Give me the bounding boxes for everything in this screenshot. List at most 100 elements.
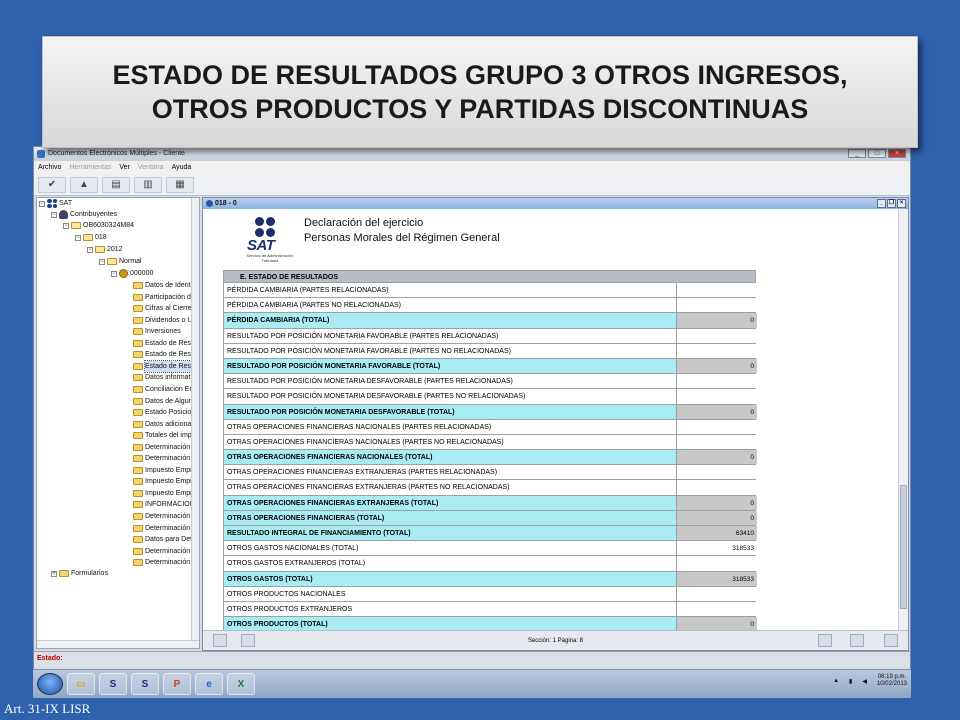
close-icon[interactable]: × <box>897 199 906 208</box>
ie-icon[interactable]: e <box>195 673 223 695</box>
collapse-icon[interactable]: − <box>51 211 57 218</box>
form-input-field[interactable] <box>676 389 757 404</box>
tray-arrow-icon[interactable]: ▲ <box>833 678 839 684</box>
form-row-label: OTROS GASTOS EXTRANJEROS (TOTAL) <box>224 556 676 571</box>
form-input-field[interactable] <box>676 556 757 571</box>
tree-leaf-item[interactable]: Determinación c <box>133 511 196 522</box>
close-icon[interactable]: × <box>888 149 906 158</box>
check-icon[interactable]: ✔ <box>38 177 66 193</box>
tree-node-doc[interactable]: − 000000 <box>111 268 153 279</box>
form-input-field[interactable] <box>676 465 757 480</box>
print-icon[interactable]: ▦ <box>166 177 194 193</box>
tree-node-formularios[interactable]: + Formularios <box>51 568 108 579</box>
folder-icon <box>133 513 143 520</box>
document-titlebar[interactable]: 018 - 0 _ ❐ × <box>203 198 908 209</box>
form-input-field[interactable] <box>676 480 757 495</box>
scrollbar-thumb[interactable] <box>900 485 907 609</box>
start-button[interactable] <box>37 673 63 695</box>
form-input-field[interactable] <box>676 586 757 601</box>
tree-leaf-item[interactable]: Cifras al Cierre <box>133 303 192 314</box>
form-input-field[interactable] <box>676 343 757 358</box>
form-input-field[interactable] <box>676 434 757 450</box>
expand-icon[interactable]: + <box>51 570 57 577</box>
tree-leaf-item[interactable]: Determinación c <box>133 546 196 557</box>
tree-leaf-item[interactable]: INFORMACION <box>133 499 195 510</box>
first-page-icon[interactable] <box>213 634 227 647</box>
lock-icon[interactable]: ▲ <box>70 177 98 193</box>
form-input-field[interactable]: 318533 <box>676 541 757 556</box>
tree-node-root[interactable]: − SAT <box>39 198 72 209</box>
tree-node-form[interactable]: − 018 <box>75 232 107 243</box>
document-vertical-scrollbar[interactable] <box>898 209 908 630</box>
form-input-field[interactable] <box>676 601 757 617</box>
tree-leaf-item[interactable]: Datos de Alguna <box>133 396 196 407</box>
tree-node-tipo[interactable]: − Normal <box>99 256 142 267</box>
next-page-icon[interactable] <box>818 634 832 647</box>
tree-node-year[interactable]: − 2012 <box>87 244 123 255</box>
sua-icon[interactable]: S <box>99 673 127 695</box>
tree-leaf-item[interactable]: Datos de Identif <box>133 280 194 291</box>
tree-leaf-label: Datos de Identif <box>145 282 195 289</box>
tree-node-rfc[interactable]: − OB6030324M84 <box>63 220 134 231</box>
tree-leaf-item[interactable]: Estado de Resu <box>133 338 195 349</box>
collapse-icon[interactable]: − <box>99 258 105 265</box>
tree-leaf-item[interactable]: Determinación c <box>133 557 196 568</box>
tree-node-contribuyentes[interactable]: − Contribuyentes <box>51 209 117 220</box>
minimize-icon[interactable]: _ <box>877 199 886 208</box>
form-input-field[interactable] <box>676 283 757 298</box>
folder-icon <box>133 559 143 567</box>
collapse-icon[interactable]: − <box>87 246 93 253</box>
document-title: 018 - 0 <box>215 200 237 207</box>
form-row: RESULTADO POR POSICIÓN MONETARIA DESFAVO… <box>223 404 757 420</box>
tree-leaf-item[interactable]: Datos adicional <box>133 419 193 430</box>
tree-leaf-item[interactable]: Estado de Resu <box>133 359 196 373</box>
tree-leaf-item[interactable]: Estado Posicion <box>133 407 195 418</box>
tree-leaf-item[interactable]: Estado de Resu <box>133 349 195 360</box>
tree-leaf-item[interactable]: Conciliación En <box>133 384 193 395</box>
collapse-icon[interactable]: − <box>111 270 117 277</box>
edit-icon[interactable] <box>884 634 898 647</box>
volume-icon[interactable]: ◀ <box>862 678 867 685</box>
tree-node-label: SAT <box>59 200 73 207</box>
window-titlebar[interactable]: Documentos Electrónicos Múltiples - Clie… <box>34 147 910 161</box>
restore-icon[interactable]: ❐ <box>887 199 896 208</box>
form-input-field[interactable] <box>676 419 757 434</box>
person-icon <box>59 210 68 219</box>
network-icon[interactable]: ▮ <box>849 678 852 685</box>
explorer-icon[interactable]: ▭ <box>67 673 95 695</box>
tree-leaf-item[interactable]: Determinación c <box>133 442 196 453</box>
menu-item[interactable]: Ver <box>119 161 130 174</box>
tree-horizontal-scrollbar[interactable] <box>37 640 199 648</box>
form-input-field[interactable] <box>676 328 757 343</box>
excel-icon[interactable]: X <box>227 673 255 695</box>
tree-leaf-item[interactable]: Impuesto Empre <box>133 465 196 476</box>
tree-leaf-item[interactable]: Inversiones <box>133 326 181 337</box>
collapse-icon[interactable]: − <box>63 222 69 229</box>
form-input-field[interactable] <box>676 298 757 313</box>
tree-leaf-item[interactable]: Datos para Dete <box>133 534 196 545</box>
menu-item[interactable]: Ayuda <box>172 161 192 174</box>
tree-leaf-item[interactable]: Dividendos o Ut <box>133 315 194 326</box>
tree-leaf-item[interactable]: Datos informati <box>133 372 192 383</box>
sat-icon[interactable]: S <box>131 673 159 695</box>
previous-page-icon[interactable] <box>241 634 255 647</box>
menu-item[interactable]: Archivo <box>38 161 61 174</box>
form-row-label: PÉRDIDA CAMBIARIA (PARTES RELACIONADAS) <box>224 283 676 298</box>
tree-leaf-item[interactable]: Determinación c <box>133 453 196 464</box>
tree-leaf-item[interactable]: Totales del impu <box>133 430 196 441</box>
collapse-icon[interactable]: − <box>39 200 45 207</box>
tree-vertical-scrollbar[interactable] <box>191 198 199 648</box>
tree-leaf-item[interactable]: Participación de <box>133 292 195 303</box>
tree-leaf-item[interactable]: Determinación c <box>133 523 196 534</box>
form-input-field[interactable] <box>676 374 757 389</box>
page-icon[interactable]: ▥ <box>134 177 162 193</box>
tree-leaf-item[interactable]: Impuesto Empre <box>133 488 196 499</box>
minimize-icon[interactable]: _ <box>848 149 866 158</box>
last-page-icon[interactable] <box>850 634 864 647</box>
collapse-icon[interactable]: − <box>75 234 81 241</box>
powerpoint-icon[interactable]: P <box>163 673 191 695</box>
tree-leaf-item[interactable]: Impuesto Empre <box>133 476 196 487</box>
clock[interactable]: 08:19 p.m. 10/02/2013 <box>877 674 907 688</box>
document-icon[interactable]: ▤ <box>102 177 130 193</box>
maximize-icon[interactable]: □ <box>868 149 886 158</box>
